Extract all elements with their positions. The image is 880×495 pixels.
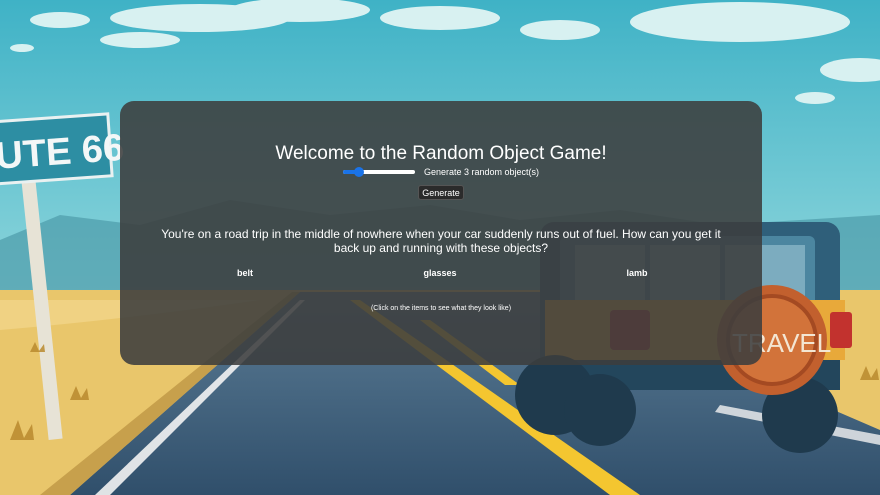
click-hint: (Click on the items to see what they loo… [370, 305, 512, 312]
object-item-glasses[interactable]: glasses [423, 268, 456, 278]
generate-button[interactable]: Generate [418, 185, 464, 200]
object-count-label: Generate 3 random object(s) [423, 167, 540, 177]
object-item-lamb[interactable]: lamb [626, 268, 647, 278]
scenario-prompt: You're on a road trip in the middle of n… [161, 227, 721, 255]
object-list: belt glasses lamb [120, 268, 762, 282]
object-count-slider[interactable] [342, 167, 415, 177]
object-count-row: Generate 3 random object(s) [120, 167, 762, 177]
page-title: Welcome to the Random Object Game! [275, 143, 607, 164]
slider-thumb[interactable] [353, 167, 364, 177]
object-item-belt[interactable]: belt [237, 268, 253, 278]
game-panel: Welcome to the Random Object Game! Gener… [120, 101, 762, 365]
